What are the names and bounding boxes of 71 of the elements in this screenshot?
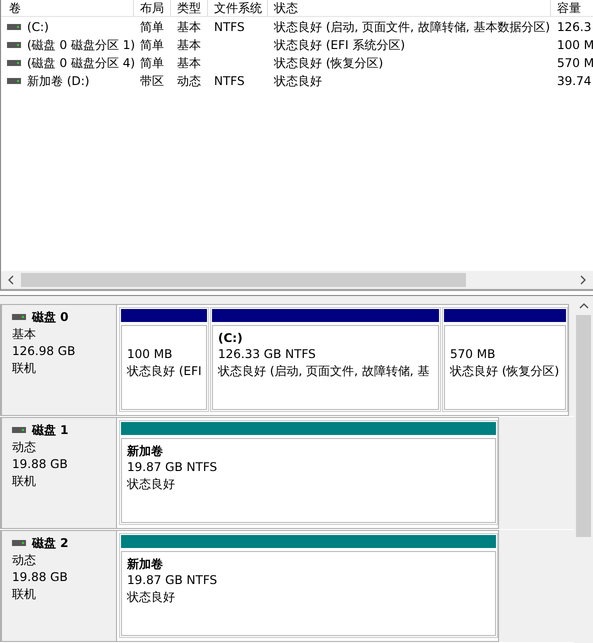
volume-size: 19.87 GB NTFS: [127, 572, 218, 589]
table-cell: 带区: [140, 72, 164, 90]
drive-icon: [7, 78, 21, 84]
disk-status: 联机: [12, 361, 37, 376]
table-cell: 基本: [177, 36, 201, 54]
column-header[interactable]: 容量: [551, 0, 593, 16]
drive-icon: [7, 24, 21, 30]
table-cell: 简单: [140, 18, 164, 36]
table-cell: (C:): [27, 20, 49, 34]
disk-type: 动态: [12, 553, 37, 568]
column-header[interactable]: 文件系统: [208, 0, 268, 16]
table-cell: 新加卷 (D:): [27, 72, 90, 90]
partition-block[interactable]: (C:) 126.33 GB NTFS 状态良好 (启动, 页面文件, 故障转储, 基: [210, 307, 441, 412]
volume-status: 状态良好: [127, 589, 176, 606]
volume-name: 新加卷: [127, 556, 164, 572]
partition-block[interactable]: 100 MB 状态良好 (EFI: [119, 307, 209, 412]
horizontal-scrollbar[interactable]: [1, 271, 593, 289]
partition-block[interactable]: 570 MB 状态良好 (恢复分区): [442, 307, 568, 412]
scroll-up-icon[interactable]: [578, 302, 588, 310]
scroll-right-icon[interactable]: [579, 275, 587, 285]
column-header[interactable]: 卷: [1, 0, 134, 16]
disk-size: 19.88 GB: [12, 457, 69, 472]
volume-name: 新加卷: [127, 443, 164, 459]
column-header[interactable]: 状态: [268, 0, 551, 16]
disk-status: 联机: [12, 474, 37, 489]
volume-size: 570 MB: [450, 346, 496, 363]
disk-name: 磁盘 0: [32, 308, 69, 326]
table-cell: 动态: [177, 72, 201, 90]
column-header[interactable]: 布局: [134, 0, 171, 16]
scroll-left-icon[interactable]: [7, 275, 15, 285]
volume-size: 19.87 GB NTFS: [127, 459, 218, 476]
table-cell: (磁盘 0 磁盘分区 4): [27, 54, 136, 72]
table-cell: (磁盘 0 磁盘分区 1): [27, 36, 136, 54]
drive-icon: [7, 42, 21, 48]
scroll-thumb[interactable]: [576, 315, 591, 537]
column-header[interactable]: 类型: [171, 0, 208, 16]
table-cell: 39.74: [557, 74, 592, 88]
disk-size: 19.88 GB: [12, 570, 69, 585]
table-cell: NTFS: [214, 20, 245, 34]
table-cell: 状态良好 (恢复分区): [274, 54, 384, 72]
disk-label-panel[interactable]: 磁盘 2 动态 19.88 GB 联机: [0, 530, 117, 642]
table-cell: 简单: [140, 54, 164, 72]
partition-block[interactable]: 新加卷 19.87 GB NTFS 状态良好: [119, 420, 498, 525]
table-cell: 状态良好 (EFI 系统分区): [274, 36, 406, 54]
disk-name: 磁盘 2: [32, 534, 69, 552]
table-cell: 基本: [177, 18, 201, 36]
disk-label-panel[interactable]: 磁盘 1 动态 19.88 GB 联机: [0, 417, 117, 529]
disk-label-panel[interactable]: 磁盘 0 基本 126.98 GB 联机: [0, 304, 117, 416]
volume-size: 126.33 GB NTFS: [218, 346, 317, 363]
table-cell: NTFS: [214, 74, 245, 88]
volume-status: 状态良好 (EFI: [127, 363, 201, 380]
table-cell: 状态良好 (启动, 页面文件, 故障转储, 基本数据分区): [274, 18, 550, 36]
volume-status: 状态良好 (恢复分区): [450, 363, 560, 380]
drive-icon: [7, 60, 21, 66]
table-cell: 状态良好: [274, 72, 322, 90]
volume-size: 100 MB: [127, 346, 174, 363]
volume-status: 状态良好: [127, 476, 176, 493]
disk-status: 联机: [12, 587, 37, 602]
disk-type: 动态: [12, 440, 37, 455]
scroll-thumb[interactable]: [21, 273, 466, 287]
disk-type: 基本: [12, 327, 37, 342]
table-cell: 570 M: [557, 56, 593, 70]
disk-size: 126.98 GB: [12, 344, 76, 359]
disk-name: 磁盘 1: [32, 422, 69, 438]
volume-status: 状态良好 (启动, 页面文件, 故障转储, 基: [218, 363, 430, 380]
table-cell: 基本: [177, 54, 201, 72]
partition-block[interactable]: 新加卷 19.87 GB NTFS 状态良好: [119, 533, 498, 638]
volume-name: (C:): [218, 330, 244, 346]
table-cell: 简单: [140, 36, 164, 54]
table-cell: 126.3: [557, 20, 592, 34]
table-cell: 100 M: [557, 38, 593, 52]
